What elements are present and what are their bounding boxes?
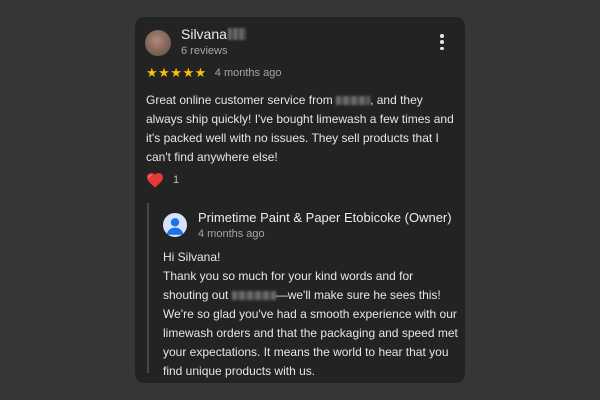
reviewer-name-text[interactable]: Silvana xyxy=(181,26,227,42)
owner-name: Primetime Paint & Paper Etobicoke (Owner… xyxy=(198,210,452,225)
redacted-surname xyxy=(227,28,246,40)
owner-reply-text: Hi Silvana! Thank you so much for your ki… xyxy=(163,248,459,381)
reaction-button[interactable]: 1 xyxy=(146,172,179,188)
reviewer-name[interactable]: Silvana xyxy=(181,26,246,42)
rating-row: ★★★★★ 4 months ago xyxy=(146,66,281,79)
redacted-store-name xyxy=(336,96,371,106)
owner-reply-time: 4 months ago xyxy=(198,228,265,240)
review-text-part1: Great online customer service from xyxy=(146,93,337,107)
heart-icon[interactable] xyxy=(146,172,164,188)
more-options-icon[interactable] xyxy=(438,34,446,50)
review-text: Great online customer service from , and… xyxy=(146,91,458,167)
reaction-count: 1 xyxy=(173,174,180,186)
owner-reply: Primetime Paint & Paper Etobicoke (Owner… xyxy=(147,203,461,378)
star-rating: ★★★★★ xyxy=(146,65,207,80)
review-count: 6 reviews xyxy=(181,45,228,57)
owner-avatar-icon xyxy=(163,213,187,237)
owner-reply-greeting: Hi Silvana! xyxy=(163,250,221,264)
review-card: Silvana 6 reviews ★★★★★ 4 months ago Gre… xyxy=(135,17,465,383)
review-time: 4 months ago xyxy=(214,66,282,79)
redacted-staff-name xyxy=(231,291,276,301)
reviewer-avatar[interactable] xyxy=(145,30,171,56)
